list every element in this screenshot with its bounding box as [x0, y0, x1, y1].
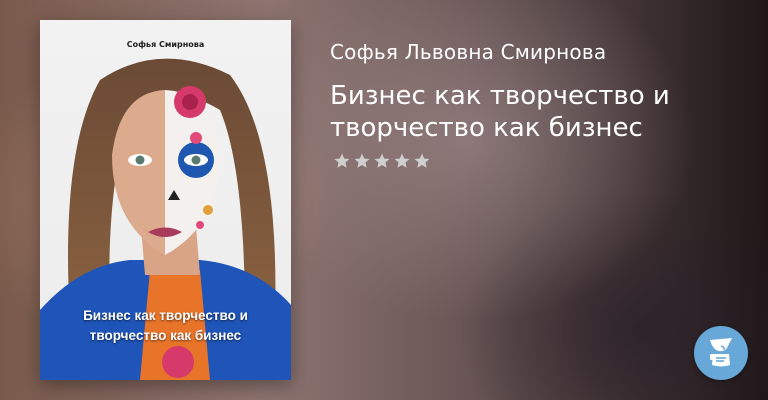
star-icon[interactable]	[393, 152, 411, 170]
star-icon[interactable]	[413, 152, 431, 170]
book-title: Бизнес как творчество и творчество как б…	[330, 81, 670, 143]
cover-title-text: Бизнес как творчество и творчество как б…	[83, 308, 248, 343]
cover-author-text: Софья Смирнова	[126, 40, 205, 49]
star-icon[interactable]	[373, 152, 391, 170]
author-name[interactable]: Софья Львовна Смирнова	[330, 40, 606, 64]
star-icon[interactable]	[333, 152, 351, 170]
reader-assistant-icon	[710, 338, 732, 367]
book-cover[interactable]: Софья Смирнова Бизнес как творчество и т…	[40, 20, 291, 380]
star-icon[interactable]	[353, 152, 371, 170]
reader-assistant-button[interactable]	[694, 326, 748, 380]
rating-stars[interactable]	[333, 152, 431, 170]
